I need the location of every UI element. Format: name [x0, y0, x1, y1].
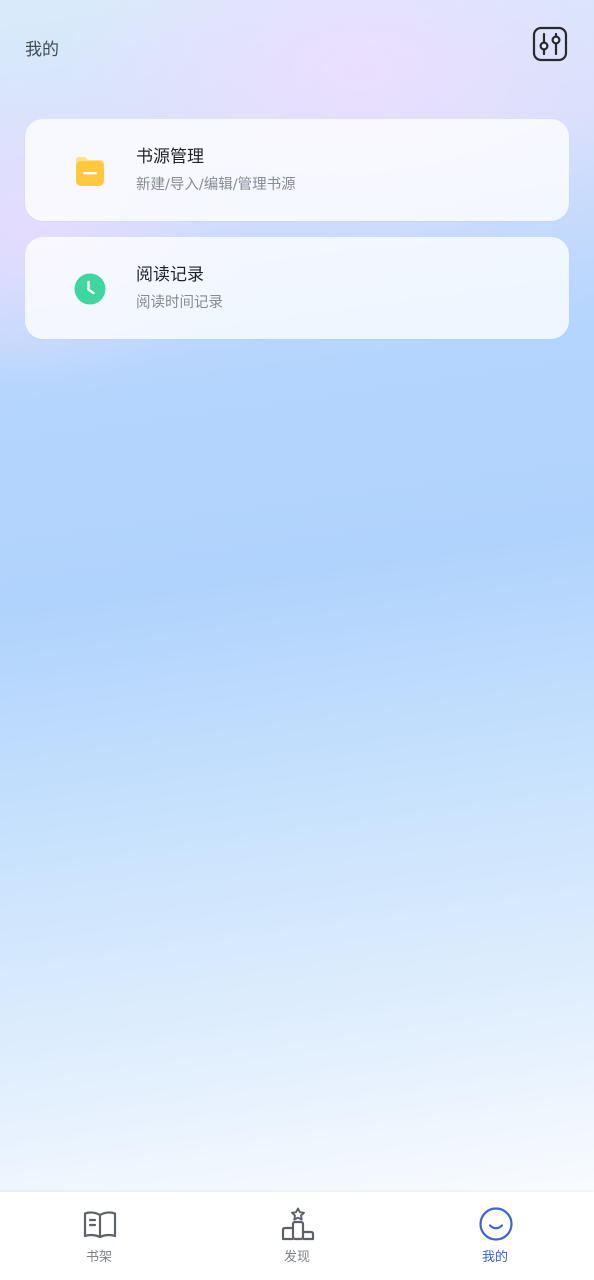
menu-item-title: 阅读记录 — [136, 265, 204, 285]
menu-item-subtitle: 阅读时间记录 — [136, 295, 223, 311]
page-title: 我的 — [25, 40, 59, 60]
tab-mine[interactable]: 我的 — [396, 1192, 594, 1280]
menu-item-title: 书源管理 — [136, 147, 204, 167]
menu-item-subtitle: 新建/导入/编辑/管理书源 — [136, 177, 296, 193]
menu-item-reading-history[interactable]: 阅读记录 阅读时间记录 — [25, 237, 569, 339]
tab-discover[interactable]: 发现 — [198, 1192, 396, 1280]
sliders-icon[interactable] — [532, 26, 568, 62]
tab-label: 书架 — [85, 1250, 112, 1265]
my-page-screen: 我的 书源管理 新建/导入/编辑/管理书源 阅读记录 阅读时间记录 书架 发现 … — [0, 0, 594, 1280]
clock-icon — [74, 273, 106, 305]
menu-item-source-management[interactable]: 书源管理 新建/导入/编辑/管理书源 — [25, 119, 569, 221]
book-icon — [83, 1211, 117, 1239]
folder-icon — [76, 157, 104, 186]
podium-icon — [281, 1207, 315, 1241]
tab-label: 我的 — [481, 1250, 508, 1265]
smile-icon — [479, 1207, 513, 1241]
tab-bookshelf[interactable]: 书架 — [0, 1192, 198, 1280]
tab-label: 发现 — [283, 1250, 310, 1265]
bottom-tab-bar: 书架 发现 我的 — [0, 1192, 594, 1280]
